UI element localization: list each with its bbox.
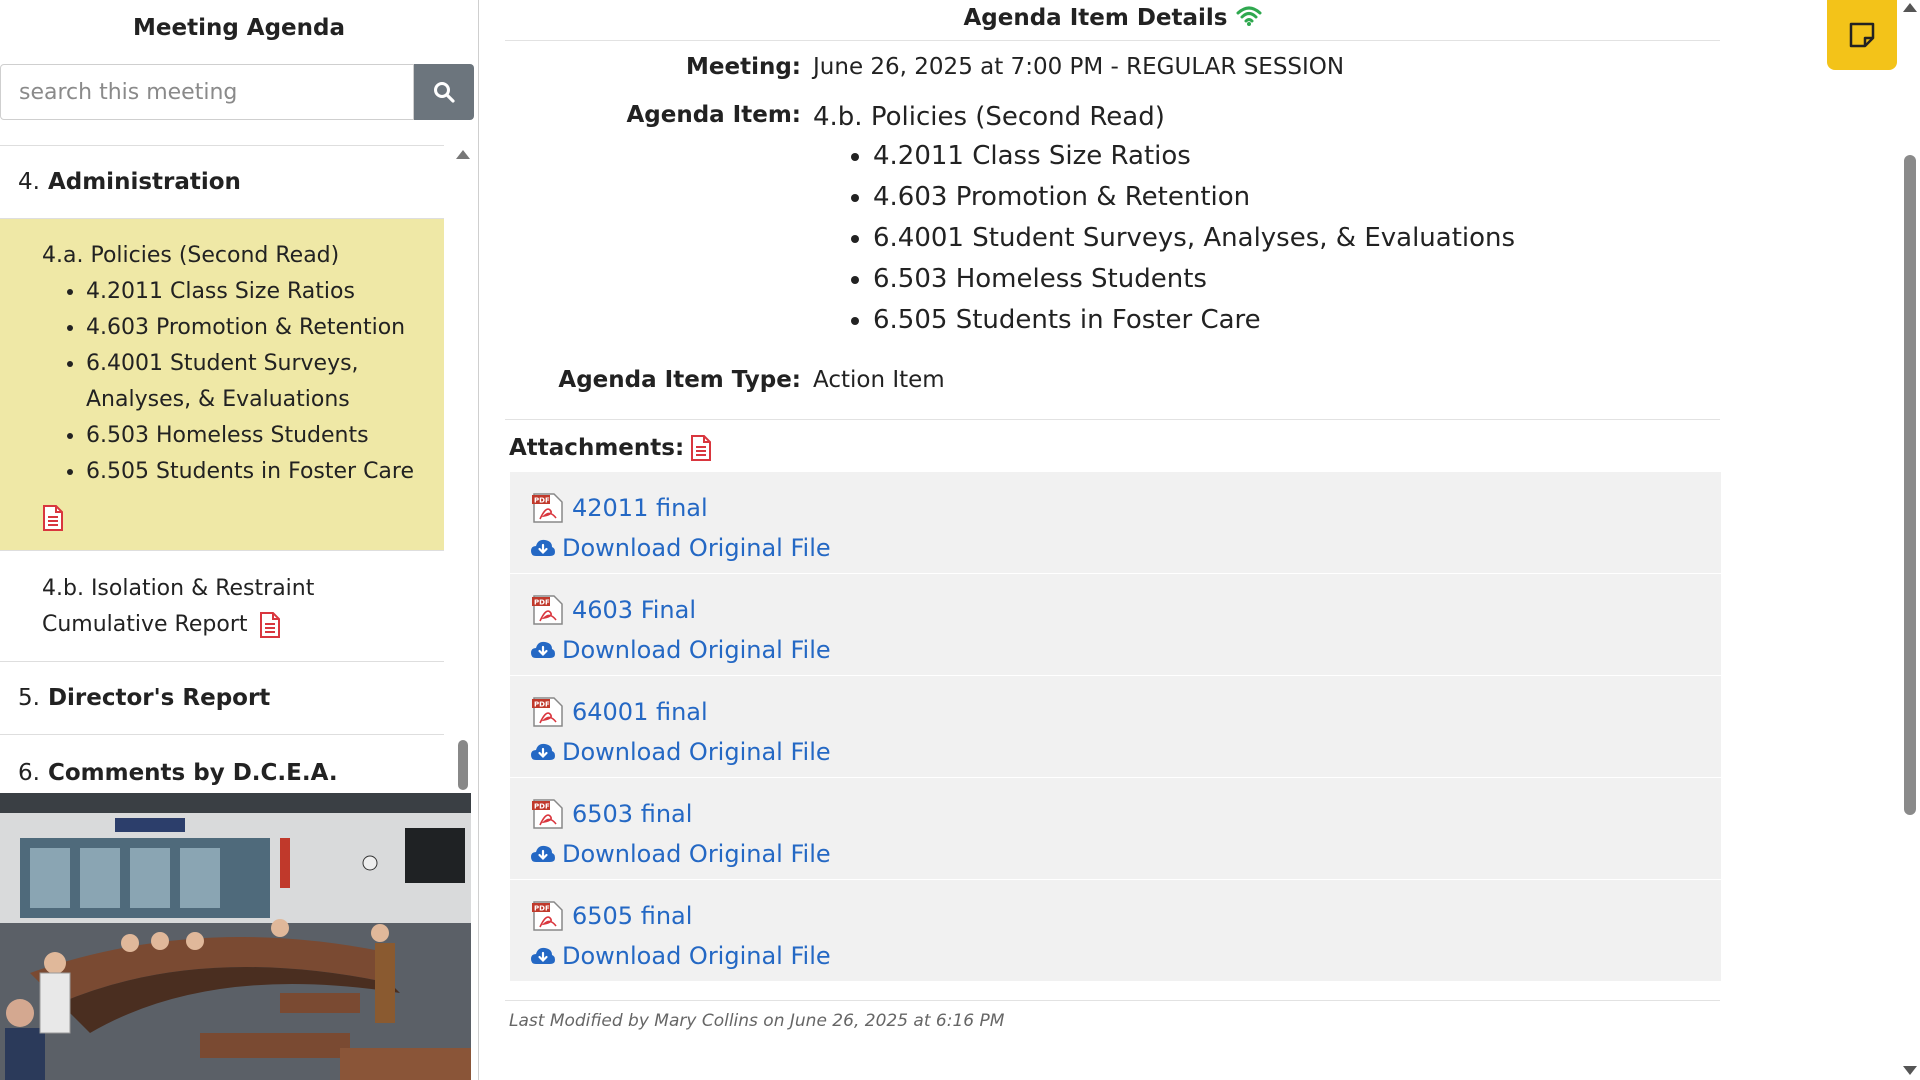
wifi-icon: [1236, 6, 1262, 26]
download-original-file-link[interactable]: Download Original File: [562, 942, 831, 970]
agenda-item-type-label: Agenda Item Type:: [558, 367, 801, 393]
list-item: 6.4001 Student Surveys, Analyses, & Eval…: [873, 218, 1720, 259]
download-original-file-link[interactable]: Download Original File: [562, 636, 831, 664]
agenda-item-value: 4.b. Policies (Second Read): [813, 102, 1165, 132]
scrollbar-thumb[interactable]: [458, 740, 468, 790]
list-item: 6.503 Homeless Students: [873, 259, 1720, 300]
attachment-item: PDF 6505 final Download Original File: [510, 880, 1721, 982]
agenda-section-4[interactable]: 4. Administration: [0, 146, 444, 219]
meeting-room-video-frame: [0, 793, 471, 1080]
pdf-file-icon: PDF: [532, 697, 563, 727]
download-original-file-link[interactable]: Download Original File: [562, 738, 831, 766]
agenda-item-label: Agenda Item:: [626, 102, 801, 128]
cloud-download-icon: [531, 845, 555, 862]
list-item: 4.603 Promotion & Retention: [86, 310, 426, 346]
svg-text:PDF: PDF: [534, 905, 550, 913]
cloud-download-icon: [531, 743, 555, 760]
attachments-label: Attachments:: [509, 435, 685, 461]
agenda-item-4a[interactable]: 4.a. Policies (Second Read) 4.2011 Class…: [0, 219, 444, 551]
pdf-file-icon: PDF: [532, 901, 563, 931]
sidebar-scrollbar[interactable]: [456, 150, 470, 790]
download-original-file-link[interactable]: Download Original File: [562, 534, 831, 562]
document-icon[interactable]: [259, 612, 281, 638]
list-item: 6.503 Homeless Students: [86, 418, 426, 454]
search-input[interactable]: [0, 64, 414, 120]
agenda-item-details: Agenda Item Details Meeting: June 26, 20…: [505, 0, 1721, 1031]
meeting-row: Meeting: June 26, 2025 at 7:00 PM - REGU…: [505, 54, 1720, 94]
cloud-download-icon: [531, 947, 555, 964]
attachments-header: Attachments:: [505, 419, 1720, 466]
section-title: Director's Report: [47, 685, 271, 711]
attachment-item: PDF 6503 final Download Original File: [510, 778, 1721, 880]
section-number: 6.: [18, 760, 40, 786]
list-item: 6.4001 Student Surveys, Analyses, & Eval…: [86, 346, 426, 418]
page-scrollbar[interactable]: [1900, 0, 1920, 1080]
attachments-list: PDF 42011 final Download Original File P: [510, 472, 1721, 982]
section-title: Administration: [47, 169, 241, 195]
scroll-up-arrow-icon[interactable]: [456, 150, 470, 159]
meeting-value: June 26, 2025 at 7:00 PM - REGULAR SESSI…: [813, 54, 1345, 80]
scroll-down-arrow-icon[interactable]: [1903, 1066, 1917, 1075]
agenda-section-5[interactable]: 5. Director's Report: [0, 662, 444, 735]
agenda-item-bullets: 4.2011 Class Size Ratios 4.603 Promotion…: [42, 274, 426, 490]
details-header: Agenda Item Details: [505, 0, 1720, 41]
note-button[interactable]: [1827, 0, 1897, 70]
list-item: 4.2011 Class Size Ratios: [873, 136, 1720, 177]
attachment-link[interactable]: 42011 final: [572, 494, 708, 522]
agenda-item-4b[interactable]: 4.b. Isolation & Restraint Cumulative Re…: [0, 551, 444, 662]
attachment-link[interactable]: 6505 final: [572, 902, 692, 930]
last-modified-note: Last Modified by Mary Collins on June 26…: [505, 1000, 1720, 1031]
list-item: 4.603 Promotion & Retention: [873, 177, 1720, 218]
pdf-file-icon: PDF: [532, 799, 563, 829]
sticky-note-icon: [1849, 22, 1875, 48]
attachment-item: PDF 64001 final Download Original File: [510, 676, 1721, 778]
document-icon: [691, 435, 712, 461]
sidebar-title: Meeting Agenda: [132, 15, 346, 41]
meeting-label: Meeting:: [686, 54, 801, 80]
search-icon: [434, 82, 455, 103]
attachment-link[interactable]: 4603 Final: [572, 596, 696, 624]
search-button[interactable]: [414, 64, 474, 120]
scroll-up-arrow-icon[interactable]: [1903, 3, 1917, 12]
page-title: Agenda Item Details: [963, 5, 1228, 31]
attachment-link[interactable]: 6503 final: [572, 800, 692, 828]
agenda-item-row: Agenda Item: 4.b. Policies (Second Read)…: [505, 102, 1720, 341]
agenda-list: 4. Administration 4.a. Policies (Second …: [0, 145, 444, 794]
agenda-item-type-value: Action Item: [813, 367, 945, 393]
svg-text:PDF: PDF: [534, 497, 550, 505]
section-number: 5.: [18, 685, 40, 711]
list-item: 4.2011 Class Size Ratios: [86, 274, 426, 310]
pdf-file-icon: PDF: [532, 595, 563, 625]
svg-text:PDF: PDF: [534, 701, 550, 709]
pdf-file-icon: PDF: [532, 493, 563, 523]
svg-text:PDF: PDF: [534, 599, 550, 607]
attachment-item: PDF 4603 Final Download Original File: [510, 574, 1721, 676]
document-icon[interactable]: [42, 505, 64, 531]
section-title: Comments by D.C.E.A.: [47, 760, 338, 786]
agenda-item-policy-list: 4.2011 Class Size Ratios 4.603 Promotion…: [813, 136, 1720, 341]
attachment-link[interactable]: 64001 final: [572, 698, 708, 726]
svg-text:PDF: PDF: [534, 803, 550, 811]
section-number: 4.: [18, 169, 40, 195]
cloud-download-icon: [531, 641, 555, 658]
scrollbar-thumb[interactable]: [1904, 155, 1916, 815]
download-original-file-link[interactable]: Download Original File: [562, 840, 831, 868]
cloud-download-icon: [531, 539, 555, 556]
list-item: 6.505 Students in Foster Care: [873, 300, 1720, 341]
agenda-section-6[interactable]: 6. Comments by D.C.E.A.: [0, 735, 444, 794]
meeting-video-player[interactable]: [0, 793, 471, 1080]
agenda-item-type-row: Agenda Item Type: Action Item: [505, 367, 1720, 419]
list-item: 6.505 Students in Foster Care: [86, 454, 426, 490]
agenda-sidebar: Meeting Agenda 4. Administration 4.a. Po…: [0, 0, 479, 1080]
agenda-item-title: 4.a. Policies (Second Read): [42, 243, 340, 268]
search-bar: [0, 64, 475, 120]
attachment-item: PDF 42011 final Download Original File: [510, 472, 1721, 574]
